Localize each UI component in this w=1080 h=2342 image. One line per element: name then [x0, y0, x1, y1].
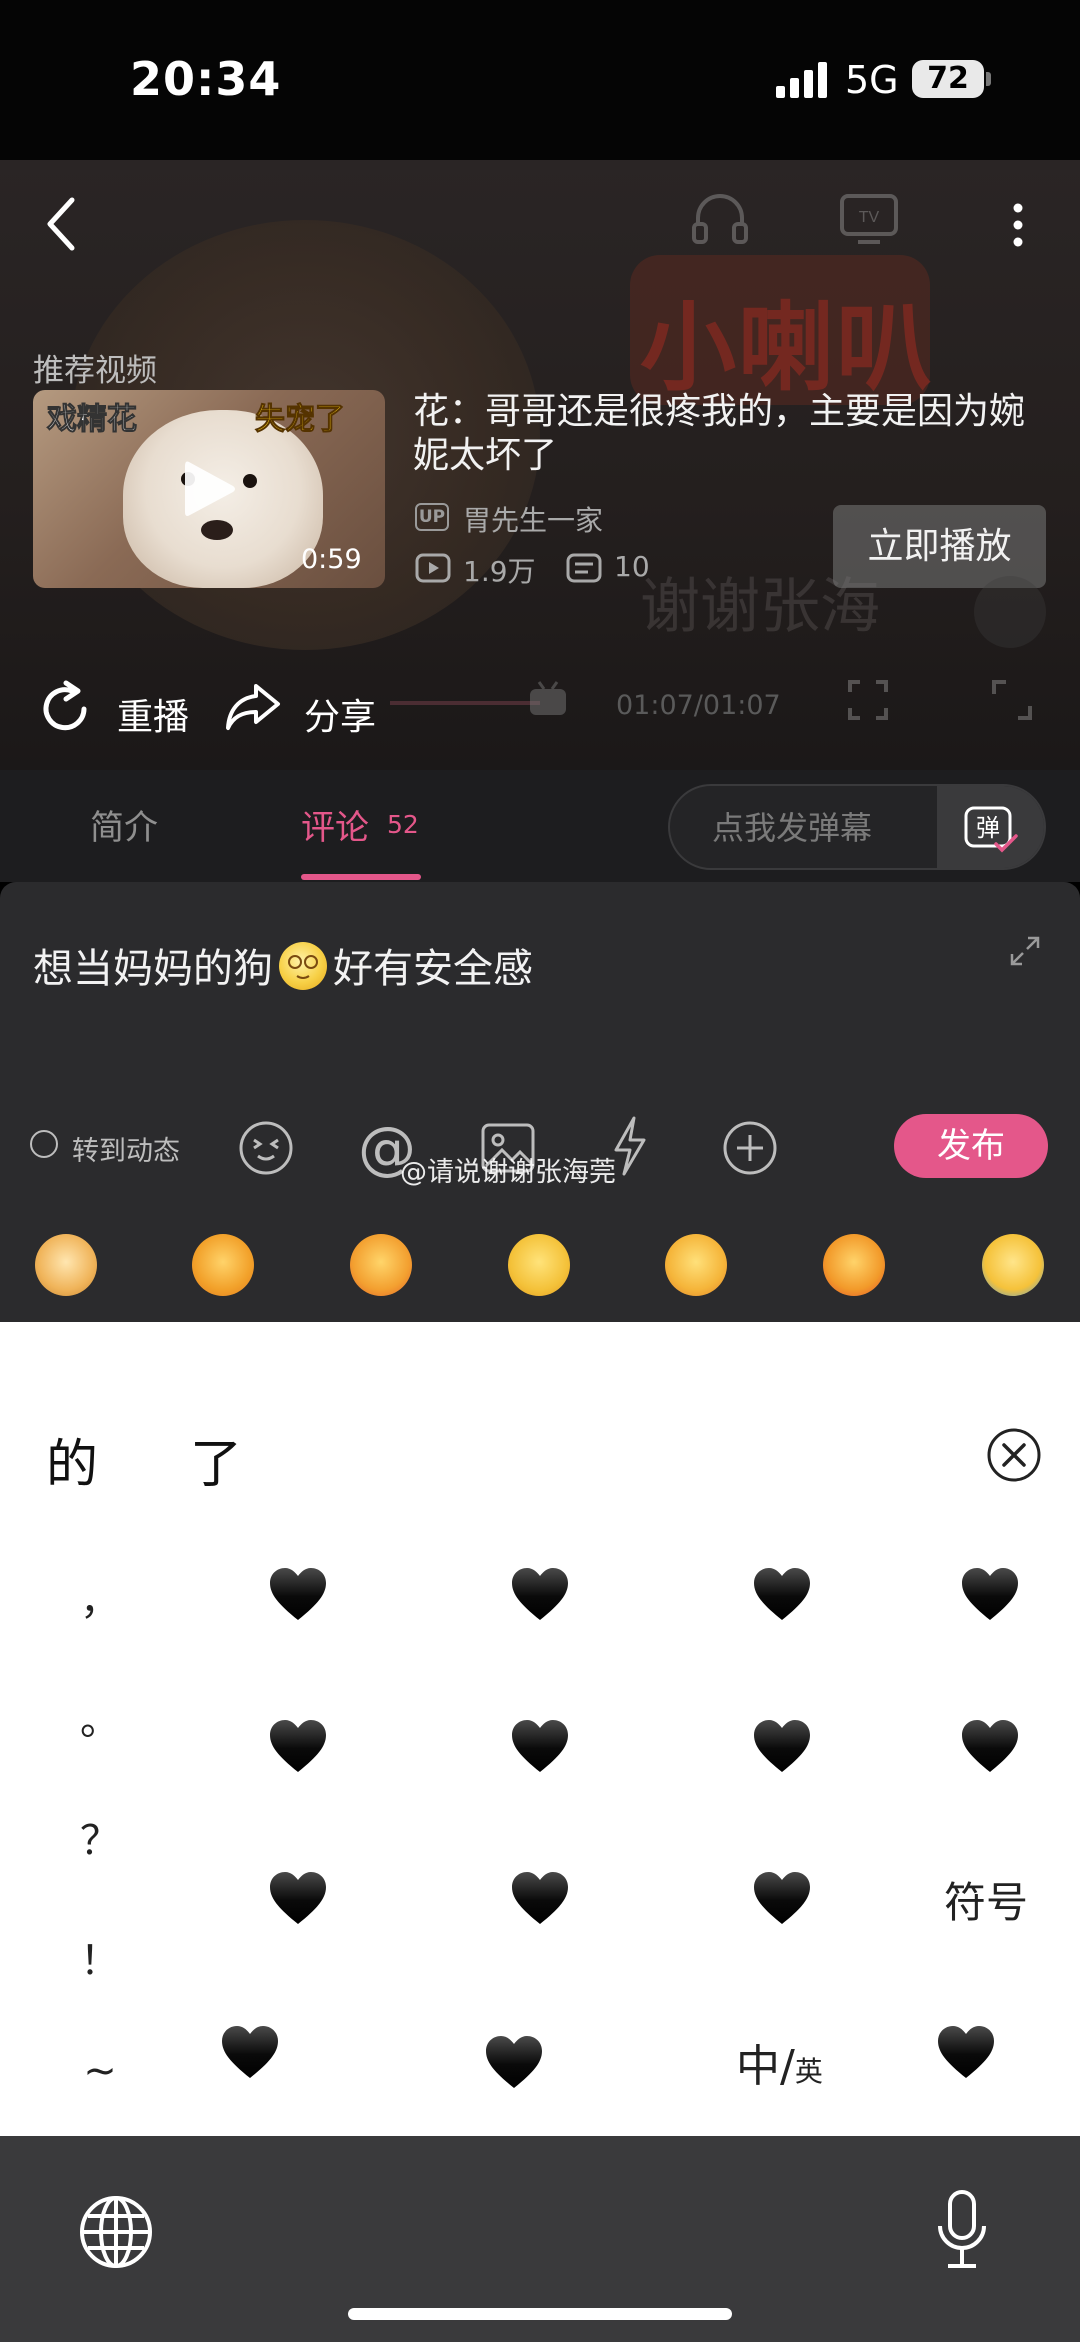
expand-icon[interactable] [1008, 934, 1042, 968]
sticker-hug-icon[interactable] [350, 1234, 412, 1296]
danmaku-count: 10 [614, 550, 650, 583]
thumbnail-tag-left: 戏精花 [47, 402, 138, 438]
heart-key-icon[interactable] [752, 1566, 812, 1622]
comment-text-after: 好有安全感 [333, 946, 533, 992]
microphone-icon[interactable] [932, 2188, 992, 2272]
danmaku-count-icon [566, 553, 602, 583]
flash-icon[interactable] [610, 1116, 650, 1176]
sticker-heart-eyes-icon[interactable] [823, 1234, 885, 1296]
punct-question-key[interactable]: ？ [80, 1808, 120, 1866]
background-logo-text: 小喇叭 [640, 292, 934, 404]
sticker-laugh-cry-icon[interactable] [982, 1234, 1044, 1296]
punct-exclaim-key[interactable]: ！ [80, 1928, 120, 1986]
dizzy-face-emoji-icon [279, 942, 327, 990]
lang-key-main: 中/ [736, 2041, 795, 2092]
bilibili-tv-icon [530, 681, 566, 715]
tab-intro[interactable]: 简介 [90, 800, 158, 849]
view-count: 1.9万 [463, 555, 536, 588]
heart-key-icon[interactable] [268, 1870, 328, 1926]
tab-comments[interactable]: 评论 [301, 800, 369, 849]
time-code: 01:07/01:07 [616, 690, 781, 721]
heart-key-icon[interactable] [752, 1718, 812, 1774]
keyboard: 的 了 ， 。 ？ ！ ~ 符号 中/英 [0, 1322, 1080, 2136]
status-time: 20:34 [130, 52, 282, 106]
heart-key-icon[interactable] [484, 2034, 544, 2090]
back-icon[interactable] [40, 194, 84, 254]
recommended-video-thumbnail[interactable]: 戏精花 失宠了 0:59 [33, 390, 385, 588]
sticker-scream-icon[interactable] [665, 1234, 727, 1296]
active-tab-indicator [301, 874, 421, 880]
home-indicator[interactable] [348, 2308, 732, 2320]
heart-key-icon[interactable] [268, 1718, 328, 1774]
emoji-icon[interactable] [238, 1120, 294, 1176]
svg-text:TV: TV [859, 209, 880, 226]
replay-button[interactable]: 重播 [117, 688, 189, 740]
symbols-key[interactable]: 符号 [944, 1869, 1028, 1930]
plus-icon[interactable] [722, 1120, 778, 1176]
repost-radio[interactable] [30, 1130, 58, 1158]
share-button[interactable]: 分享 [304, 688, 376, 740]
comments-count-badge: 52 [387, 810, 419, 839]
thumbnail-duration: 0:59 [301, 544, 362, 575]
heart-key-icon[interactable] [268, 1566, 328, 1622]
fullscreen-icon[interactable] [990, 678, 1034, 722]
svg-text:弹: 弹 [976, 814, 1000, 842]
network-type: 5G [845, 58, 899, 102]
battery-icon: 72 [912, 60, 984, 98]
lang-key-sub: 英 [794, 2055, 823, 2088]
comment-input[interactable]: 想当妈妈的狗 好有安全感 [33, 936, 533, 994]
comment-text-before: 想当妈妈的狗 [33, 946, 273, 992]
video-player[interactable]: 小喇叭 谢谢张海 TV 推荐视频 戏精花 失宠了 0:59 花：哥哥还是很疼我的… [0, 160, 1080, 770]
heart-key-icon[interactable] [510, 1870, 570, 1926]
comment-composer: 想当妈妈的狗 好有安全感 转到动态 @ @请说谢谢张海莞 发布 [0, 882, 1080, 1322]
sticker-grin-icon[interactable] [508, 1234, 570, 1296]
up-badge-icon: UP [415, 503, 449, 531]
tv-cast-icon[interactable]: TV [838, 190, 900, 246]
music-icon [974, 576, 1046, 648]
play-count-icon [415, 553, 451, 583]
heart-key-icon[interactable] [960, 1566, 1020, 1622]
repost-label[interactable]: 转到动态 [72, 1129, 180, 1168]
progress-bar[interactable] [390, 701, 540, 705]
screenshot-frame-icon[interactable] [846, 678, 890, 722]
tab-bar: 简介 评论 52 点我发弹幕 弹 [0, 770, 1080, 882]
share-icon[interactable] [224, 680, 282, 734]
replay-icon[interactable] [36, 680, 94, 738]
heart-key-icon[interactable] [936, 2024, 996, 2080]
heart-key-icon[interactable] [510, 1718, 570, 1774]
punct-period-key[interactable]: 。 [80, 1688, 120, 1746]
heart-key-icon[interactable] [510, 1566, 570, 1622]
uploader-name[interactable]: 胃先生一家 [463, 499, 603, 539]
recommended-label: 推荐视频 [33, 353, 157, 389]
recommended-video-title[interactable]: 花：哥哥还是很疼我的，主要是因为婉妮太坏了 [413, 390, 1053, 478]
candidate-word[interactable]: 了 [190, 1422, 242, 1497]
language-switch-key[interactable]: 中/英 [736, 2030, 823, 2094]
headphone-icon[interactable] [690, 190, 750, 246]
status-bar: 20:34 5G 72 [0, 0, 1080, 160]
heart-key-icon[interactable] [752, 1870, 812, 1926]
heart-key-icon[interactable] [960, 1718, 1020, 1774]
sticker-doge-icon[interactable] [35, 1234, 97, 1296]
punct-tilde-key[interactable]: ~ [80, 2048, 120, 2094]
punct-comma-key[interactable]: ， [80, 1568, 120, 1626]
keyboard-bottom-bar [0, 2136, 1080, 2342]
sticker-starry-eyes-icon[interactable] [192, 1234, 254, 1296]
weibo-watermark: @请说谢谢张海莞 [400, 1157, 616, 1188]
globe-icon[interactable] [78, 2194, 154, 2270]
clear-candidates-icon[interactable] [986, 1427, 1042, 1483]
more-options-icon[interactable] [1006, 200, 1030, 250]
signal-icon [776, 62, 827, 98]
thumbnail-tag-right: 失宠了 [255, 402, 346, 438]
thumbnail-detail [243, 474, 257, 488]
danmaku-placeholder[interactable]: 点我发弹幕 [712, 803, 872, 849]
play-icon[interactable] [181, 458, 237, 520]
battery-tip [986, 72, 991, 86]
danmaku-icon[interactable]: 弹 [960, 798, 1020, 858]
heart-key-icon[interactable] [220, 2024, 280, 2080]
thumbnail-detail [201, 520, 233, 540]
publish-button[interactable]: 发布 [894, 1114, 1048, 1178]
candidate-word[interactable]: 的 [46, 1422, 98, 1497]
